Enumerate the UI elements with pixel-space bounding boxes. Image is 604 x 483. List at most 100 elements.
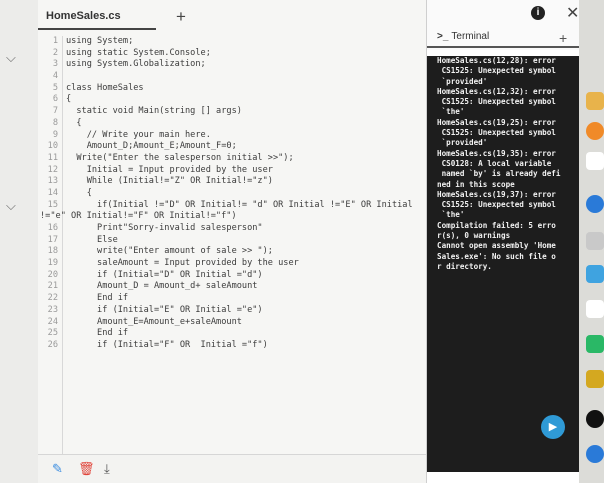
code-editor[interactable]: 1 using System; 2 using static System.Conso…	[38, 36, 426, 352]
terminal-line: CS1525: Unexpected symbol	[437, 200, 556, 210]
app-icon[interactable]	[586, 335, 604, 353]
line-text: {	[66, 117, 82, 128]
line-text: if(Initial !="D" OR Initial!= "d" OR Ini…	[66, 199, 413, 210]
app-icon[interactable]	[586, 195, 604, 213]
terminal-line: HomeSales.cs(19,37): error	[437, 189, 556, 199]
line-number: 6	[52, 94, 58, 105]
terminal-line: r(s), 0 warnings	[437, 231, 511, 241]
line-number: 19	[47, 258, 58, 269]
code-line[interactable]: 15 if(Initial !="D" OR Initial!= "d" OR …	[38, 200, 426, 212]
code-line[interactable]: 17 Else	[38, 235, 426, 247]
line-number: 2	[52, 47, 58, 58]
app-icon[interactable]	[586, 232, 604, 250]
terminal-line: HomeSales.cs(12,32): error	[437, 86, 556, 96]
code-line[interactable]: 10 Amount_D;Amount_E;Amount_F=0;	[38, 141, 426, 153]
line-text: End if	[66, 328, 129, 339]
terminal-line: HomeSales.cs(19,25): error	[437, 117, 556, 127]
code-line[interactable]: !="e" OR Initial!="F" OR Initial!="f")	[38, 211, 426, 223]
line-number: 4	[52, 71, 58, 82]
left-gutter: ⌵ ⌵	[0, 0, 38, 483]
add-tab-button[interactable]: +	[176, 7, 186, 27]
terminal-line: named `by' is already defi	[437, 169, 561, 179]
add-terminal-button[interactable]: +	[559, 30, 567, 46]
app-icon[interactable]	[586, 445, 604, 463]
code-line[interactable]: 22 End if	[38, 293, 426, 305]
terminal-title: Terminal	[451, 31, 490, 42]
line-number: 1	[52, 36, 58, 46]
code-line[interactable]: 14 {	[38, 188, 426, 200]
terminal-pane: >_ Terminal + HomeSales.cs(12,28): error …	[427, 0, 579, 483]
code-line[interactable]: 25 End if	[38, 328, 426, 340]
line-number: 12	[47, 164, 58, 175]
code-line[interactable]: 2 using static System.Console;	[38, 48, 426, 60]
active-terminal-indicator	[427, 46, 579, 48]
line-text: Amount_E=Amount_e+saleAmount	[66, 316, 242, 327]
line-number: 17	[47, 234, 58, 245]
code-line[interactable]: 4	[38, 71, 426, 83]
tab-terminal[interactable]: >_ Terminal	[437, 31, 489, 42]
line-text: Amount_D = Amount_d+ saleAmount	[66, 281, 258, 292]
code-line[interactable]: 8 {	[38, 118, 426, 130]
download-icon[interactable]: ⤓	[104, 461, 110, 477]
code-line[interactable]: 5 class HomeSales	[38, 83, 426, 95]
line-number: 10	[47, 141, 58, 152]
code-line[interactable]: 16 Print"Sorry-invalid salesperson"	[38, 223, 426, 235]
app-icon[interactable]	[586, 152, 604, 170]
terminal-output[interactable]: HomeSales.cs(12,28): error CS1525: Unexp…	[427, 56, 579, 472]
line-text: write("Enter amount of sale >> ");	[66, 246, 273, 257]
chevron-down-icon[interactable]: ⌵	[6, 50, 16, 66]
app-icon[interactable]	[586, 410, 604, 428]
line-text: if (Initial="D" OR Initial ="d")	[66, 269, 263, 280]
line-text: Initial = Input provided by the user	[66, 164, 273, 175]
line-number: 8	[52, 117, 58, 128]
line-text: class HomeSales	[66, 82, 144, 93]
code-line[interactable]: 21 Amount_D = Amount_d+ saleAmount	[38, 281, 426, 293]
code-line[interactable]: 26 if (Initial="F" OR Initial ="f")	[38, 340, 426, 352]
code-line[interactable]: 13 While (Initial!="Z" OR Initial!="z")	[38, 176, 426, 188]
terminal-line: `the'	[437, 210, 465, 220]
code-line[interactable]: 7 static void Main(string [] args)	[38, 106, 426, 118]
terminal-line: CS1525: Unexpected symbol	[437, 97, 556, 107]
code-line[interactable]: 3 using System.Globalization;	[38, 59, 426, 71]
run-button[interactable]: ▶	[541, 415, 565, 439]
trash-icon[interactable]: 🗑	[78, 461, 95, 477]
line-number: 7	[52, 106, 58, 117]
pencil-icon[interactable]: ✎	[52, 461, 63, 477]
info-icon[interactable]: i	[531, 6, 545, 20]
line-text: Print"Sorry-invalid salesperson"	[66, 223, 263, 233]
editor-pane: HomeSales.cs + 1 using System; 2 using stat…	[38, 0, 427, 483]
app-icon[interactable]	[586, 92, 604, 110]
code-line[interactable]: 12 Initial = Input provided by the user	[38, 165, 426, 177]
terminal-line: HomeSales.cs(19,35): error	[437, 148, 556, 158]
code-line[interactable]: 9 // Write your main here.	[38, 130, 426, 142]
tab-homesales[interactable]: HomeSales.cs	[46, 10, 121, 22]
app-icon[interactable]	[586, 370, 604, 388]
line-number: 13	[47, 176, 58, 187]
terminal-line: `the'	[437, 107, 465, 117]
code-line[interactable]: 23 if (Initial="E" OR Initial ="e")	[38, 305, 426, 317]
code-line[interactable]: 6{	[38, 94, 426, 106]
terminal-line: `provided'	[437, 138, 488, 148]
code-line[interactable]: 24 Amount_E=Amount_e+saleAmount	[38, 317, 426, 329]
close-icon[interactable]: ✕	[566, 3, 579, 23]
chevron-down-icon[interactable]: ⌵	[6, 198, 16, 214]
line-text: End if	[66, 293, 129, 304]
app-icon[interactable]	[586, 300, 604, 318]
code-line[interactable]: 11 Write("Enter the salesperson initial …	[38, 153, 426, 165]
terminal-line: Compilation failed: 5 erro	[437, 220, 556, 230]
app-icon[interactable]	[586, 122, 604, 140]
editor-bottom-bar: ✎ 🗑 ⤓	[38, 454, 426, 483]
line-number: 26	[47, 339, 58, 350]
code-line[interactable]: 19 saleAmount = Input provided by the us…	[38, 258, 426, 270]
app-icon[interactable]	[586, 265, 604, 283]
terminal-line: CS1525: Unexpected symbol	[437, 128, 556, 138]
line-number: 21	[47, 281, 58, 292]
line-number: 20	[47, 269, 58, 280]
line-number: 15	[47, 199, 58, 210]
code-line[interactable]: 20 if (Initial="D" OR Initial ="d")	[38, 270, 426, 282]
code-line[interactable]: 1 using System;	[38, 36, 426, 48]
code-line[interactable]: 18 write("Enter amount of sale >> ");	[38, 246, 426, 258]
line-text: Else	[66, 234, 118, 245]
line-number: 3	[52, 59, 58, 70]
line-text: saleAmount = Input provided by the user	[66, 258, 299, 269]
